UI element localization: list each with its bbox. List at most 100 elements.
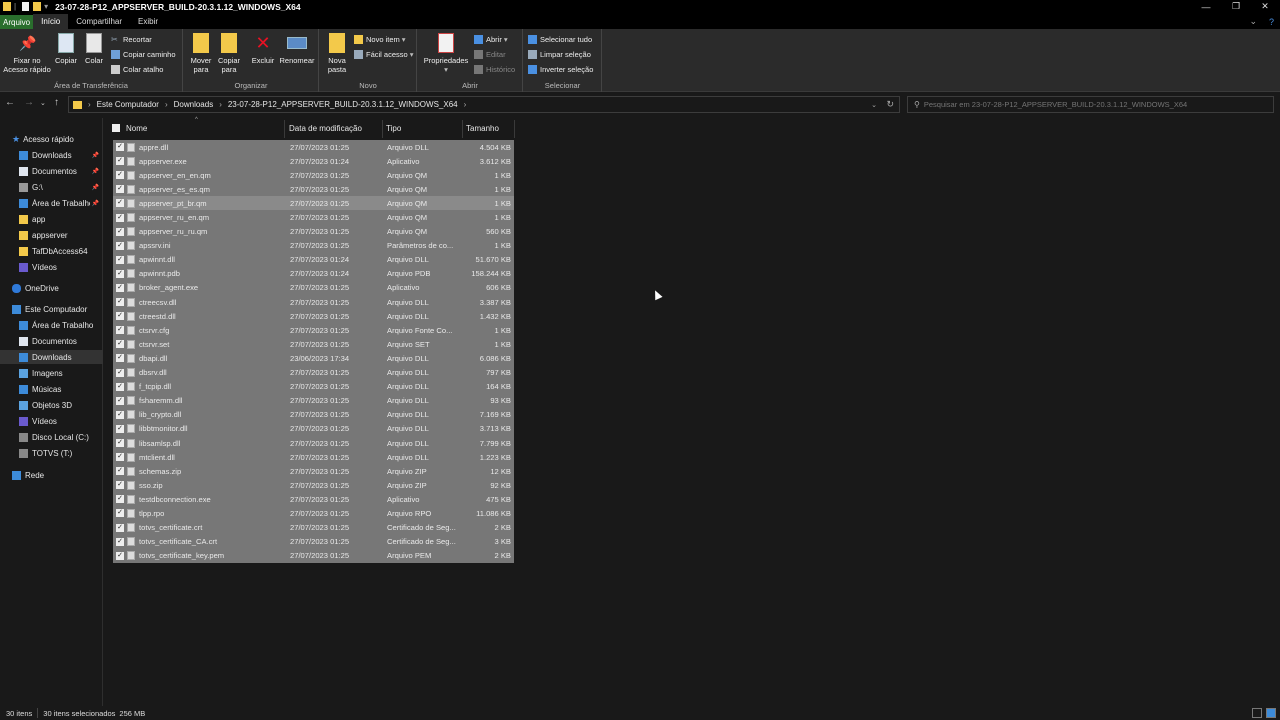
divider[interactable]	[514, 120, 515, 138]
row-checkbox[interactable]: ✓	[116, 537, 124, 546]
tab-view[interactable]: Exibir	[130, 14, 166, 29]
divider[interactable]	[284, 120, 285, 138]
nav-local-disk[interactable]: Disco Local (C:)	[0, 430, 103, 444]
row-checkbox[interactable]: ✓	[116, 199, 124, 208]
column-header-name[interactable]: Nome	[126, 122, 147, 134]
details-view-icon[interactable]	[1252, 708, 1262, 718]
row-checkbox[interactable]: ✓	[116, 396, 124, 405]
divider[interactable]	[462, 120, 463, 138]
address-dropdown-icon[interactable]: ⌄	[871, 101, 877, 109]
table-row[interactable]: ✓ mtclient.dll 27/07/2023 01:25 Arquivo DLL…	[113, 450, 514, 465]
invert-selection-button[interactable]: Inverter seleção	[528, 63, 593, 76]
refresh-icon[interactable]: ↻	[886, 99, 894, 110]
large-icons-view-icon[interactable]	[1266, 708, 1276, 718]
nav-totvs-drive[interactable]: TOTVS (T:)	[0, 446, 103, 460]
nav-videos[interactable]: Vídeos	[0, 260, 103, 274]
new-folder-quick-icon[interactable]	[33, 2, 42, 11]
nav-pc-images[interactable]: Imagens	[0, 366, 103, 380]
row-checkbox[interactable]: ✓	[116, 312, 124, 321]
breadcrumb-separator-icon[interactable]: ›	[464, 100, 467, 109]
nav-this-pc[interactable]: Este Computador	[0, 302, 103, 316]
table-row[interactable]: ✓ appserver_es_es.qm 27/07/2023 01:25 Arqui…	[113, 182, 514, 197]
row-checkbox[interactable]: ✓	[116, 509, 124, 518]
table-row[interactable]: ✓ appserver.exe 27/07/2023 01:24 Aplicativo…	[113, 154, 514, 169]
minimize-button[interactable]: —	[1192, 0, 1220, 13]
nav-appserver[interactable]: appserver	[0, 228, 103, 242]
row-checkbox[interactable]: ✓	[116, 410, 124, 419]
table-row[interactable]: ✓ lib_crypto.dll 27/07/2023 01:25 Arquivo D…	[113, 407, 514, 422]
nav-pc-music[interactable]: Músicas	[0, 382, 103, 396]
up-arrow-icon[interactable]: ↑	[54, 97, 59, 108]
row-checkbox[interactable]: ✓	[116, 382, 124, 391]
search-box[interactable]: ⚲	[907, 96, 1274, 113]
breadcrumb-this-pc[interactable]: Este Computador	[97, 100, 159, 109]
table-row[interactable]: ✓ ctsrvr.cfg 27/07/2023 01:25 Arquivo Fonte…	[113, 323, 514, 338]
table-row[interactable]: ✓ tlpp.rpo 27/07/2023 01:25 Arquivo RPO 11.0…	[113, 506, 514, 521]
row-checkbox[interactable]: ✓	[116, 241, 124, 250]
rename-button[interactable]: Renomear	[278, 33, 316, 65]
nav-tafdbaccess64[interactable]: TafDbAccess64	[0, 244, 103, 258]
row-checkbox[interactable]: ✓	[116, 269, 124, 278]
nav-network[interactable]: Rede	[0, 468, 103, 482]
cut-button[interactable]: ✂ Recortar	[111, 33, 152, 46]
breadcrumb-separator-icon[interactable]: ›	[219, 100, 222, 109]
row-checkbox[interactable]: ✓	[116, 185, 124, 194]
table-row[interactable]: ✓ dbsrv.dll 27/07/2023 01:25 Arquivo DLL 797…	[113, 365, 514, 380]
row-checkbox[interactable]: ✓	[116, 283, 124, 292]
table-row[interactable]: ✓ totvs_certificate_key.pem 27/07/2023 01:…	[113, 548, 514, 563]
row-checkbox[interactable]: ✓	[116, 523, 124, 532]
nav-onedrive[interactable]: OneDrive	[0, 281, 103, 295]
back-arrow-icon[interactable]: ←	[5, 97, 15, 108]
open-button[interactable]: Abrir ▾	[474, 33, 508, 46]
history-button[interactable]: Histórico	[474, 63, 515, 76]
column-header-date[interactable]: Data de modificação	[289, 122, 362, 134]
table-row[interactable]: ✓ f_tcpip.dll 27/07/2023 01:25 Arquivo DLL 1…	[113, 379, 514, 394]
table-row[interactable]: ✓ apwinnt.pdb 27/07/2023 01:24 Arquivo PDB 1…	[113, 266, 514, 281]
select-all-button[interactable]: Selecionar tudo	[528, 33, 592, 46]
row-checkbox[interactable]: ✓	[116, 439, 124, 448]
select-none-button[interactable]: Limpar seleção	[528, 48, 591, 61]
nav-downloads[interactable]: Downloads 📌	[0, 148, 103, 162]
table-row[interactable]: ✓ schemas.zip 27/07/2023 01:25 Arquivo ZIP 1…	[113, 464, 514, 479]
tab-home[interactable]: Início	[33, 14, 69, 29]
table-row[interactable]: ✓ ctreecsv.dll 27/07/2023 01:25 Arquivo DLL…	[113, 295, 514, 310]
maximize-button[interactable]: ❐	[1222, 0, 1250, 13]
paste-shortcut-button[interactable]: Colar atalho	[111, 63, 163, 76]
row-checkbox[interactable]: ✓	[116, 354, 124, 363]
breadcrumb-current-folder[interactable]: 23-07-28-P12_APPSERVER_BUILD-20.3.1.12_W…	[228, 100, 458, 109]
edit-button[interactable]: Editar	[474, 48, 506, 61]
table-row[interactable]: ✓ ctsrvr.set 27/07/2023 01:25 Arquivo SET 1 …	[113, 337, 514, 352]
nav-desktop[interactable]: Área de Trabalho 📌	[0, 196, 103, 210]
table-row[interactable]: ✓ totvs_certificate_CA.crt 27/07/2023 01:2…	[113, 534, 514, 549]
breadcrumb-downloads[interactable]: Downloads	[174, 100, 214, 109]
easy-access-button[interactable]: Fácil acesso ▾	[354, 48, 413, 61]
table-row[interactable]: ✓ apwinnt.dll 27/07/2023 01:24 Arquivo DLL 5…	[113, 252, 514, 267]
row-checkbox[interactable]: ✓	[116, 171, 124, 180]
nav-g-drive[interactable]: G:\ 📌	[0, 180, 103, 194]
address-bar[interactable]: › Este Computador › Downloads › 23-07-28…	[68, 96, 900, 113]
table-row[interactable]: ✓ libbtmonitor.dll 27/07/2023 01:25 Arquivo…	[113, 421, 514, 436]
nav-pc-documents[interactable]: Documentos	[0, 334, 103, 348]
properties-button[interactable]: Propriedades ▾	[422, 33, 470, 74]
row-checkbox[interactable]: ✓	[116, 298, 124, 307]
nav-pc-desktop[interactable]: Área de Trabalho	[0, 318, 103, 332]
table-row[interactable]: ✓ sso.zip 27/07/2023 01:25 Arquivo ZIP 92 KB	[113, 478, 514, 493]
row-checkbox[interactable]: ✓	[116, 481, 124, 490]
row-checkbox[interactable]: ✓	[116, 467, 124, 476]
customize-quick-access-icon[interactable]: ▾	[44, 2, 48, 11]
table-row[interactable]: ✓ apssrv.ini 27/07/2023 01:25 Parâmetros de…	[113, 238, 514, 253]
properties-quick-icon[interactable]	[22, 2, 30, 11]
table-row[interactable]: ✓ broker_agent.exe 27/07/2023 01:25 Aplicat…	[113, 280, 514, 296]
close-button[interactable]: ✕	[1251, 0, 1279, 13]
delete-button[interactable]: ✕ Excluir	[250, 33, 276, 65]
column-header-type[interactable]: Tipo	[386, 122, 401, 134]
row-checkbox[interactable]: ✓	[116, 255, 124, 264]
pin-quick-access-button[interactable]: 📌 Fixar no Acesso rápido	[2, 33, 52, 74]
collapse-ribbon-icon[interactable]: ⌄	[1249, 16, 1257, 27]
paste-button[interactable]: Colar	[83, 33, 105, 65]
table-row[interactable]: ✓ testdbconnection.exe 27/07/2023 01:25 Apl…	[113, 492, 514, 507]
row-checkbox[interactable]: ✓	[116, 157, 124, 166]
search-input[interactable]	[923, 100, 1254, 109]
row-checkbox[interactable]: ✓	[116, 143, 124, 152]
row-checkbox[interactable]: ✓	[116, 424, 124, 433]
